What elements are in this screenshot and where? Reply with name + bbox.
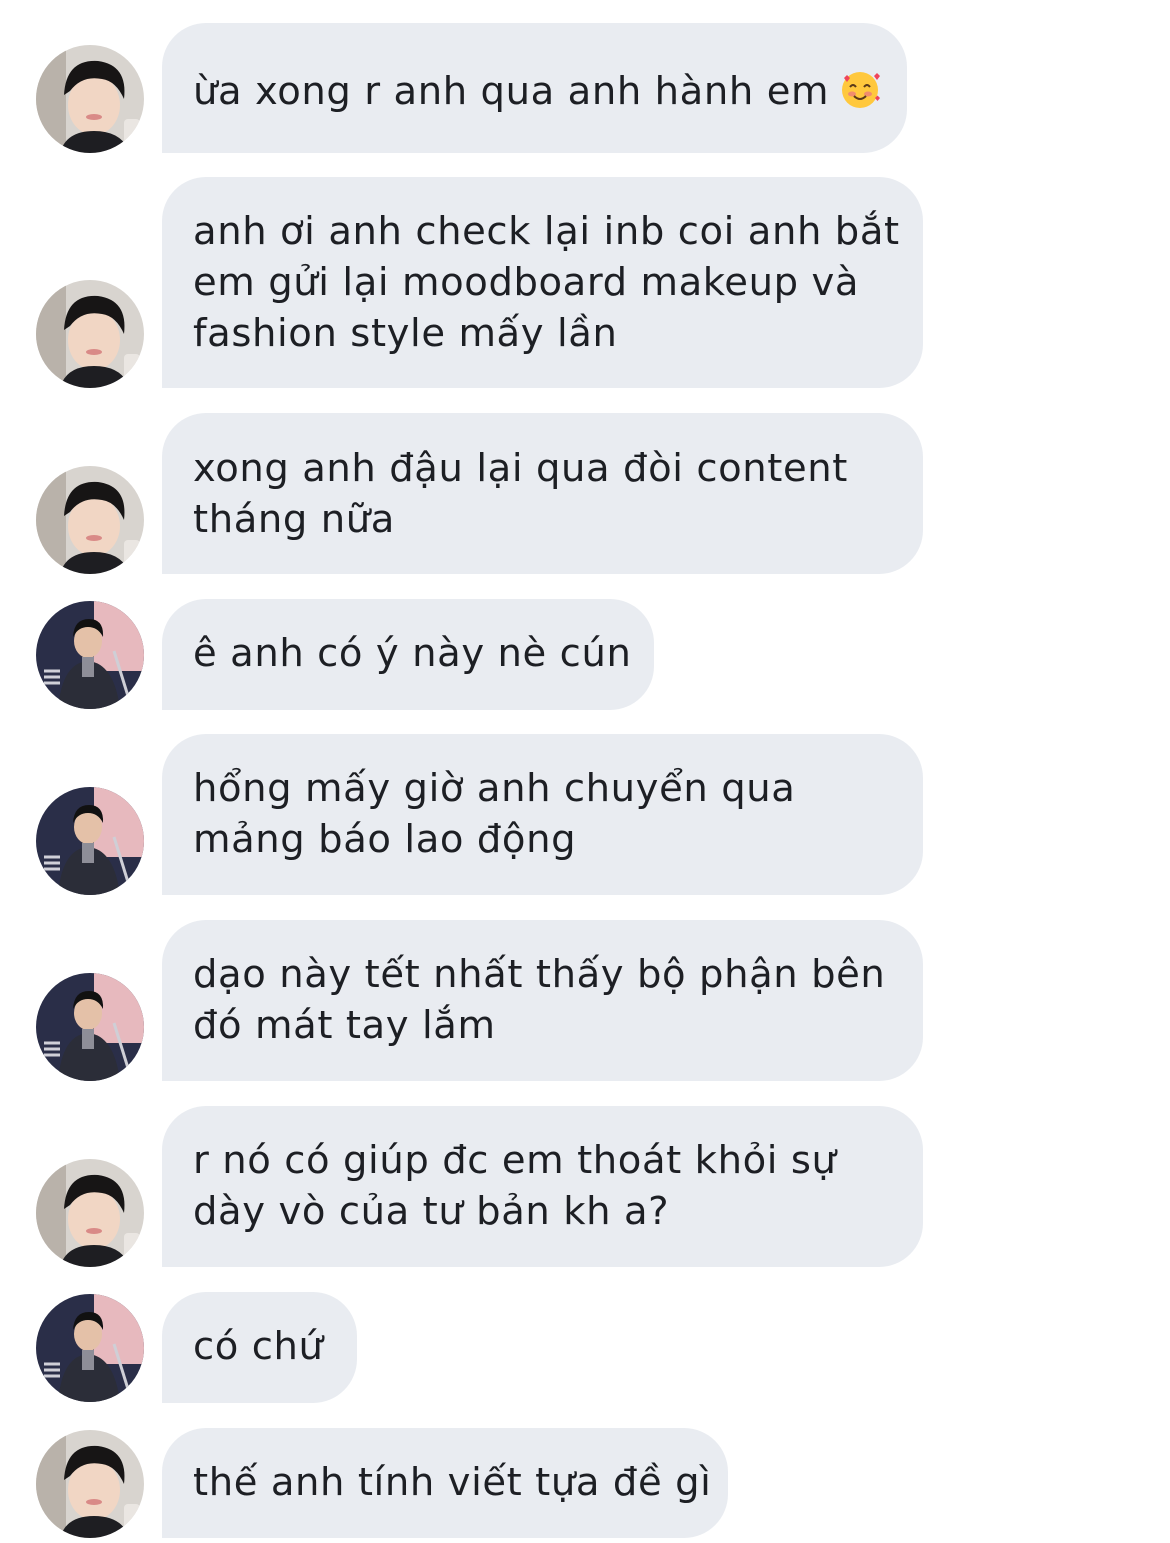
avatar[interactable]	[36, 601, 144, 709]
message-bubble[interactable]: có chứ	[162, 1292, 357, 1403]
avatar-photo-b	[36, 601, 144, 709]
message-text-line: thế anh tính viết tựa đề gì	[193, 1460, 712, 1505]
avatar-photo-a	[36, 1430, 144, 1538]
avatar-photo-a	[36, 1159, 144, 1267]
message-text-line: hổng mấy giờ anh chuyển qua	[193, 766, 796, 811]
avatar[interactable]	[36, 787, 144, 895]
message-bubble[interactable]: r nó có giúp đc em thoát khỏi sự dày vò …	[162, 1106, 923, 1267]
avatar-photo-b	[36, 973, 144, 1081]
message-thread: ừa xong r anh qua anh hành em anh ơi anh…	[0, 0, 1170, 1543]
avatar[interactable]	[36, 1430, 144, 1538]
message-text-line: fashion style mấy lần	[193, 311, 618, 356]
message-text-line: đó mát tay lắm	[193, 1003, 496, 1048]
message-text-line: dày vò của tư bản kh a?	[193, 1189, 670, 1234]
avatar-photo-a	[36, 466, 144, 574]
message-bubble[interactable]: thế anh tính viết tựa đề gì	[162, 1428, 728, 1538]
message-text-line: có chứ	[193, 1324, 324, 1369]
message-text-line: xong anh đậu lại qua đòi content	[193, 446, 848, 491]
message-text: ừa xong r anh qua anh hành em	[193, 66, 881, 117]
message-text-line: dạo này tết nhất thấy bộ phận bên	[193, 952, 886, 997]
avatar[interactable]	[36, 1159, 144, 1267]
message-text-line: tháng nữa	[193, 497, 395, 542]
message-bubble[interactable]: dạo này tết nhất thấy bộ phận bên đó mát…	[162, 920, 923, 1081]
message-bubble[interactable]: ừa xong r anh qua anh hành em	[162, 23, 907, 153]
avatar[interactable]	[36, 466, 144, 574]
avatar[interactable]	[36, 1294, 144, 1402]
avatar-photo-b	[36, 787, 144, 895]
avatar[interactable]	[36, 45, 144, 153]
avatar-photo-b	[36, 1294, 144, 1402]
avatar-photo-a	[36, 280, 144, 388]
message-text-line: ê anh có ý này nè cún	[193, 631, 632, 676]
message-text-line: em gửi lại moodboard makeup và	[193, 260, 860, 305]
message-bubble[interactable]: anh ơi anh check lại inb coi anh bắt em …	[162, 177, 923, 388]
message-text-line: anh ơi anh check lại inb coi anh bắt	[193, 209, 900, 254]
avatar[interactable]	[36, 280, 144, 388]
message-bubble[interactable]: hổng mấy giờ anh chuyển qua mảng báo lao…	[162, 734, 923, 895]
message-bubble[interactable]: ê anh có ý này nè cún	[162, 599, 654, 710]
avatar-photo-a	[36, 45, 144, 153]
message-text-line: mảng báo lao động	[193, 817, 577, 862]
message-bubble[interactable]: xong anh đậu lại qua đòi content tháng n…	[162, 413, 923, 574]
avatar[interactable]	[36, 973, 144, 1081]
smiling-face-with-hearts-icon	[839, 68, 881, 110]
message-text-line: r nó có giúp đc em thoát khỏi sự	[193, 1138, 837, 1183]
